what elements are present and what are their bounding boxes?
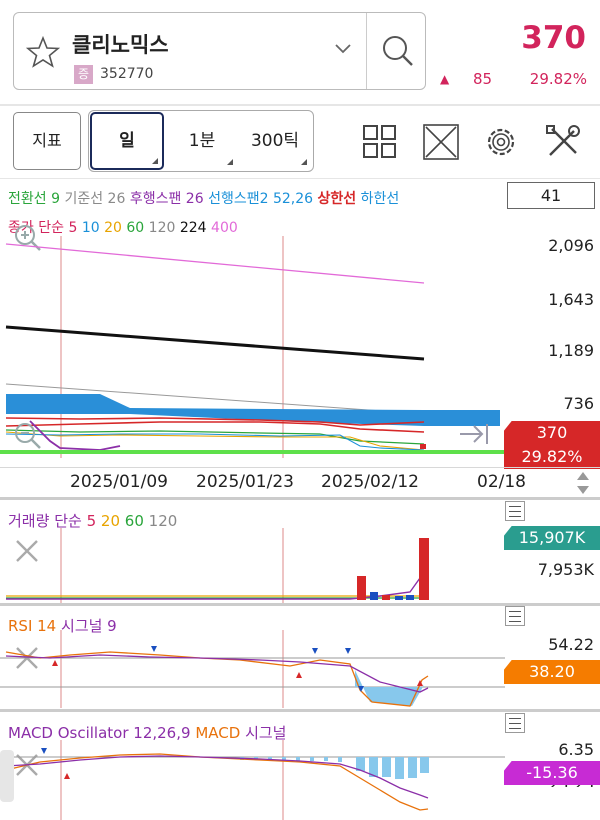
chevron-down-icon[interactable] [334,43,352,55]
macd-chart[interactable] [0,740,505,820]
dropdown-corner-icon [301,159,307,165]
volume-tag: 15,907K [504,526,600,550]
period-min-button[interactable]: 1분 [167,113,237,169]
toolbar-divider [0,178,600,179]
up-arrow-icon: ▲ [440,72,450,86]
legend-item: 후행스팬 26 [130,191,208,207]
volume-bar [406,595,414,600]
layout-grid-icon[interactable] [362,124,398,160]
stock-selector[interactable]: 클리노믹스 증 352770 [13,12,426,90]
volume-bar [419,538,429,600]
dropdown-corner-icon [152,158,158,164]
volume-bar [395,596,403,600]
zoom-out-icon[interactable] [12,420,44,452]
sort-arrows-icon[interactable] [572,468,594,498]
period-group: 일 1분 300틱 [88,110,314,172]
y-tick: 6.35 [558,740,594,759]
macd-tag: -15.36 [504,761,600,785]
menu-icon[interactable] [505,713,525,733]
dropdown-corner-icon [227,159,233,165]
legend-item-text: 120 [148,220,176,236]
lower-band-line [0,450,505,454]
ma-400-line [5,243,425,284]
pct-tag: 29.82% [504,445,600,469]
legend-item: 선행스팬2 52,26 [208,191,317,207]
current-price: 370 [521,20,586,56]
x-label: 2025/01/09 [70,472,168,492]
legend-item-text: 기준선 26 [64,191,126,207]
scroll-handle[interactable] [0,750,14,802]
menu-icon[interactable] [505,606,525,626]
panel-divider [0,497,600,500]
price-change: 85 [473,70,493,88]
search-icon[interactable] [380,33,416,69]
rsi-chart[interactable] [0,630,505,708]
legend-item: 하한선 [361,191,400,207]
y-tick: 7,953K [537,560,594,579]
legend-item: 전환선 9 [8,191,64,207]
tools-icon[interactable] [544,123,582,161]
legend-item: 기준선 26 [64,191,129,207]
scroll-to-end-icon[interactable] [456,420,492,448]
ma-224-line [5,325,425,361]
market-badge: 증 [74,65,93,84]
legend-item-text: 상한선 [317,191,357,207]
expand-icon[interactable] [422,123,460,161]
indicator-button[interactable]: 지표 [13,112,81,170]
price-change-pct: 29.82% [529,70,587,88]
legend-item-text: 선행스팬2 52,26 [208,191,314,207]
volume-bar [357,576,366,600]
volume-chart[interactable] [0,528,505,604]
price-chart[interactable] [0,236,505,458]
x-label: 02/18 [477,472,526,492]
star-icon[interactable] [26,35,60,69]
y-tick: 54.22 [548,635,594,654]
legend-item-text: 5 [68,220,78,236]
volume-bar [382,595,390,600]
legend-item-text: 전환선 9 [8,191,60,207]
period-day-button[interactable]: 일 [90,112,164,170]
candle [420,444,426,449]
legend-item-text: 후행스팬 26 [129,191,204,207]
price-tag: 370 [504,421,600,445]
y-tick: 2,096 [548,236,594,255]
volume-bar [370,592,378,600]
x-label: 2025/02/12 [321,472,419,492]
ichimoku-legend: 전환선 9 기준선 26 후행스팬 26 선행스팬2 52,26 상한선 하한선 [8,188,399,208]
conversion-line [5,429,425,445]
legend-item: 상한선 [317,191,360,207]
panel-divider [0,709,600,712]
separator [366,13,367,89]
legend-item-text: 10 [81,220,100,236]
period-tick-label: 300틱 [250,131,300,151]
y-tick: 736 [563,394,594,413]
count-box[interactable]: 41 [507,182,595,209]
period-day-label: 일 [119,131,135,151]
axis-line [0,467,600,468]
x-label: 2025/01/23 [196,472,294,492]
gear-icon[interactable] [482,123,520,161]
stock-name[interactable]: 클리노믹스 [72,29,169,59]
y-tick: 1,189 [548,341,594,360]
rsi-tag: 38.20 [504,660,600,684]
legend-item-text: 20 [104,220,122,236]
period-min-label: 1분 [188,131,216,151]
legend-item-text: 400 [211,220,238,236]
period-tick-button[interactable]: 300틱 [239,113,311,169]
stock-code: 352770 [100,66,154,82]
menu-icon[interactable] [505,501,525,521]
legend-item-text: 60 [126,220,145,236]
header-divider [0,104,600,106]
y-tick: 1,643 [548,290,594,309]
legend-item-text: 하한선 [360,191,400,207]
legend-item-text: 224 [179,220,207,236]
